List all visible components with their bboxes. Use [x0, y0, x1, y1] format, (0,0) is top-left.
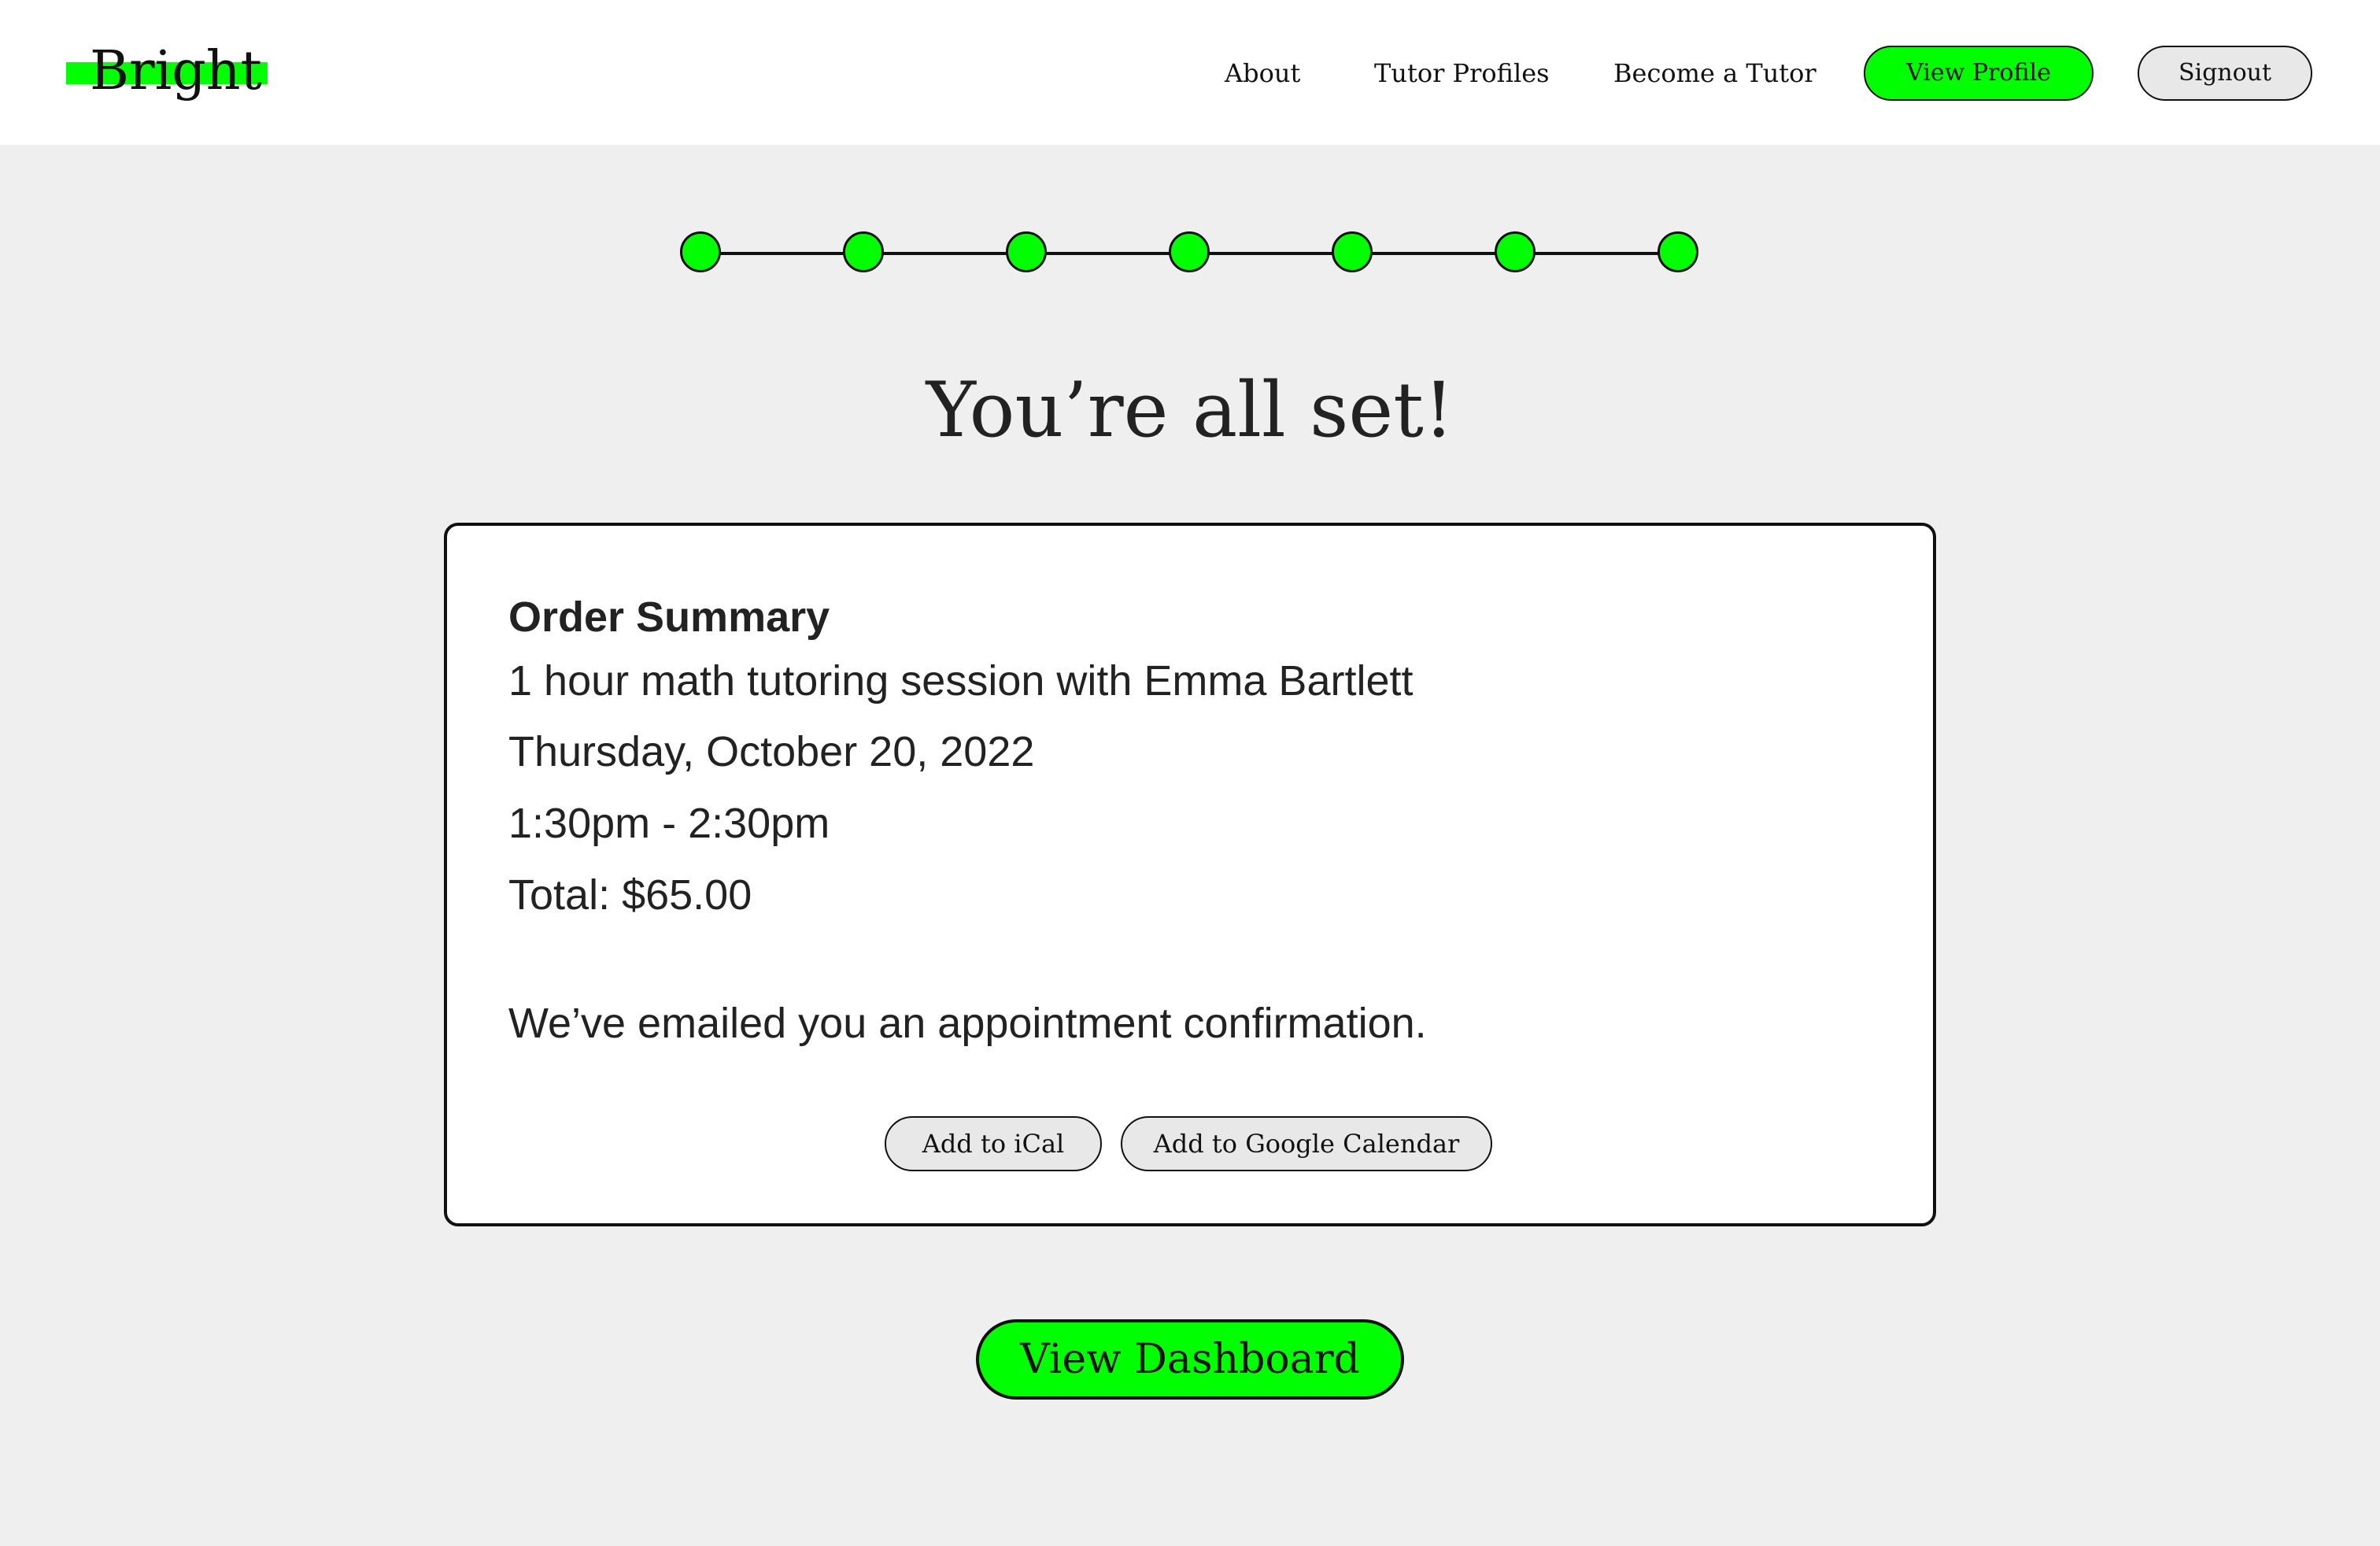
progress-step-dot	[1332, 231, 1373, 272]
progress-step-dot	[1006, 231, 1047, 272]
progress-stepper	[680, 231, 1700, 276]
progress-step-dot	[1169, 231, 1210, 272]
order-time: 1:30pm - 2:30pm	[508, 800, 830, 847]
progress-step-dot	[1495, 231, 1536, 272]
site-header: Bright About Tutor Profiles Become a Tut…	[0, 0, 2380, 145]
order-summary-details: Order Summary 1 hour math tutoring sessi…	[508, 589, 1414, 931]
page-title: You’re all set!	[926, 366, 1454, 454]
progress-step-dot	[680, 231, 721, 272]
progress-step-dot	[1658, 231, 1698, 272]
nav-link-become-a-tutor[interactable]: Become a Tutor	[1613, 46, 1816, 101]
progress-step-dot	[843, 231, 884, 272]
add-to-ical-button[interactable]: Add to iCal	[885, 1116, 1102, 1171]
signout-button[interactable]: Signout	[2138, 46, 2312, 101]
order-summary-heading: Order Summary	[508, 594, 830, 641]
view-dashboard-button[interactable]: View Dashboard	[976, 1319, 1404, 1400]
nav-link-tutor-profiles[interactable]: Tutor Profiles	[1374, 46, 1550, 101]
order-date: Thursday, October 20, 2022	[508, 728, 1035, 775]
order-total: Total: $65.00	[508, 871, 752, 919]
add-to-google-calendar-button[interactable]: Add to Google Calendar	[1121, 1116, 1492, 1171]
nav-link-about[interactable]: About	[1225, 46, 1300, 101]
confirmation-message: We’ve emailed you an appointment confirm…	[508, 1000, 1427, 1047]
order-session-description: 1 hour math tutoring session with Emma B…	[508, 657, 1414, 705]
logo-text: Bright	[90, 40, 262, 102]
order-summary-card: Order Summary 1 hour math tutoring sessi…	[444, 523, 1936, 1226]
view-profile-button[interactable]: View Profile	[1864, 46, 2094, 101]
logo[interactable]: Bright	[66, 36, 268, 107]
